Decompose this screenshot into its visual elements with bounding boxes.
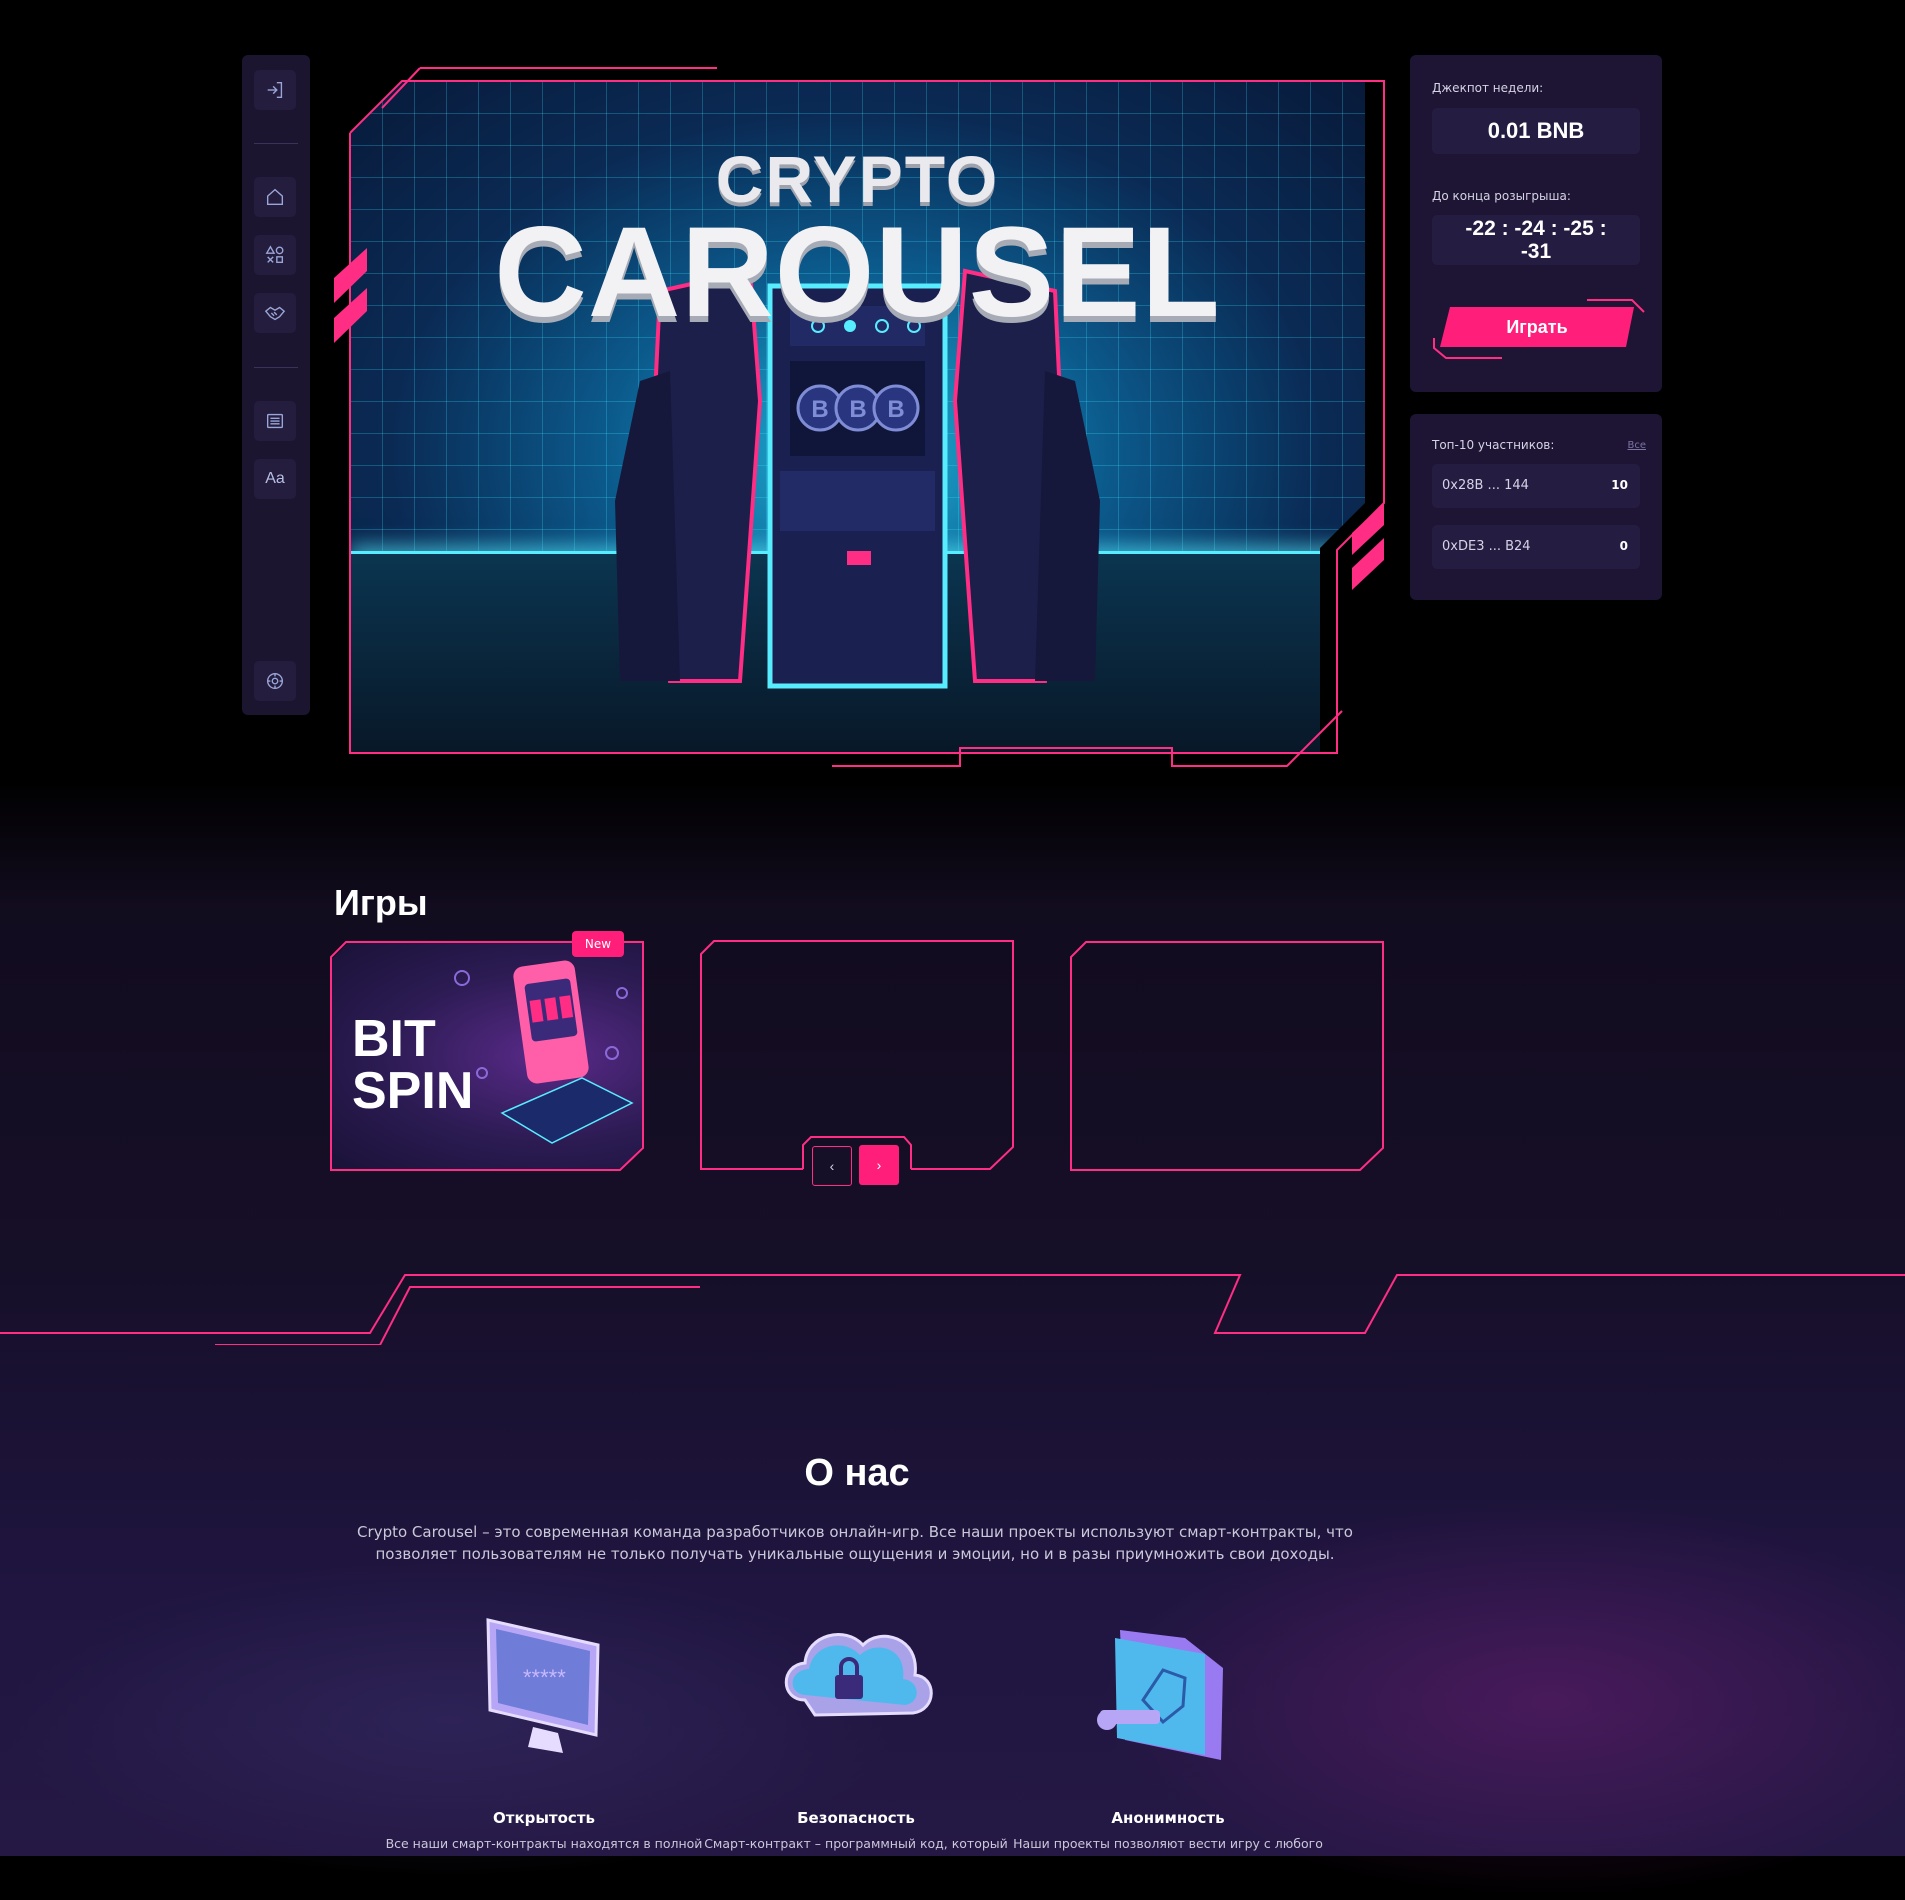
game-card-empty[interactable] bbox=[700, 940, 1014, 1170]
login-icon bbox=[267, 81, 283, 99]
sidebar-divider bbox=[254, 367, 298, 368]
top10-row: 0xDE3 ... B24 0 bbox=[1432, 525, 1640, 569]
game-card-frame bbox=[700, 940, 1014, 1170]
carousel-prev-button[interactable]: ‹ bbox=[812, 1146, 852, 1186]
countdown-timer: -22 : -24 : -25 : -31 bbox=[1432, 215, 1640, 265]
svg-text:*****: ***** bbox=[523, 1665, 566, 1690]
list-icon bbox=[266, 413, 284, 429]
game-card-frame bbox=[330, 941, 644, 1171]
feature-title-security: Безопасность bbox=[797, 1809, 915, 1827]
games-section-title: Игры bbox=[334, 882, 428, 923]
settings-icon bbox=[266, 672, 284, 690]
countdown-line-1: -22 : -24 : -25 : bbox=[1465, 217, 1607, 240]
handshake-icon bbox=[264, 306, 286, 321]
carousel-next-button[interactable]: › bbox=[859, 1145, 899, 1185]
feature-text-anonymity: Наши проекты позволяют вести игру с любо… bbox=[1013, 1836, 1323, 1851]
font-size-label: Aa bbox=[265, 470, 285, 487]
participant-score: 10 bbox=[1611, 478, 1628, 492]
home-icon bbox=[266, 188, 284, 206]
about-description: Crypto Carousel – это современная команд… bbox=[357, 1523, 1353, 1563]
play-button[interactable]: Играть bbox=[1440, 307, 1634, 347]
participant-address: 0xDE3 ... B24 bbox=[1442, 539, 1531, 554]
about-section-title: О нас bbox=[804, 1452, 910, 1494]
shield-key-icon bbox=[1097, 1630, 1223, 1760]
new-badge: New bbox=[572, 931, 624, 957]
sidebar-item-home[interactable] bbox=[254, 177, 296, 217]
hero-banner: B B B CRYPTO CAROUSEL bbox=[332, 63, 1392, 773]
sidebar-item-font[interactable]: Aa bbox=[254, 459, 296, 499]
game-card-bitspin[interactable]: BIT SPIN New bbox=[330, 931, 644, 1171]
background-glow-left bbox=[0, 1560, 900, 1880]
sidebar-item-news[interactable] bbox=[254, 401, 296, 441]
neon-divider bbox=[0, 1274, 1905, 1345]
feature-text-security: Смарт-контракт – программный код, которы… bbox=[704, 1836, 1008, 1851]
game-card-empty[interactable] bbox=[1070, 941, 1384, 1171]
countdown-line-2: -31 bbox=[1520, 240, 1552, 263]
jackpot-amount: 0.01 BNB bbox=[1432, 108, 1640, 154]
participant-score: 0 bbox=[1619, 539, 1628, 553]
sidebar: Aa bbox=[242, 55, 310, 715]
countdown-label: До конца розыгрыша: bbox=[1432, 189, 1571, 203]
feature-title-anonymity: Анонимность bbox=[1111, 1809, 1225, 1827]
games-icon bbox=[265, 245, 284, 264]
top10-all-link[interactable]: Все bbox=[1627, 440, 1646, 451]
feature-title-openness: Открытость bbox=[493, 1809, 595, 1827]
top10-panel: Топ-10 участников: Все 0x28B ... 144 10 … bbox=[1410, 414, 1662, 600]
monitor-password-icon: ***** bbox=[486, 1618, 600, 1753]
sidebar-item-games[interactable] bbox=[254, 235, 296, 275]
feature-text-openness: Все наши смарт-контракты находятся в пол… bbox=[385, 1836, 703, 1851]
hero-neon-frame bbox=[334, 67, 1385, 767]
login-button[interactable] bbox=[254, 70, 296, 110]
participant-address: 0x28B ... 144 bbox=[1442, 478, 1529, 493]
jackpot-label: Джекпот недели: bbox=[1432, 81, 1544, 95]
jackpot-panel: Джекпот недели: 0.01 BNB До конца розыгр… bbox=[1410, 55, 1662, 392]
cloud-lock-icon bbox=[784, 1633, 933, 1717]
sidebar-item-settings[interactable] bbox=[254, 661, 296, 701]
sidebar-divider bbox=[254, 143, 298, 144]
game-card-frame bbox=[1070, 941, 1384, 1171]
top10-label: Топ-10 участников: bbox=[1432, 438, 1555, 452]
sidebar-item-partners[interactable] bbox=[254, 293, 296, 333]
top10-row: 0x28B ... 144 10 bbox=[1432, 464, 1640, 508]
